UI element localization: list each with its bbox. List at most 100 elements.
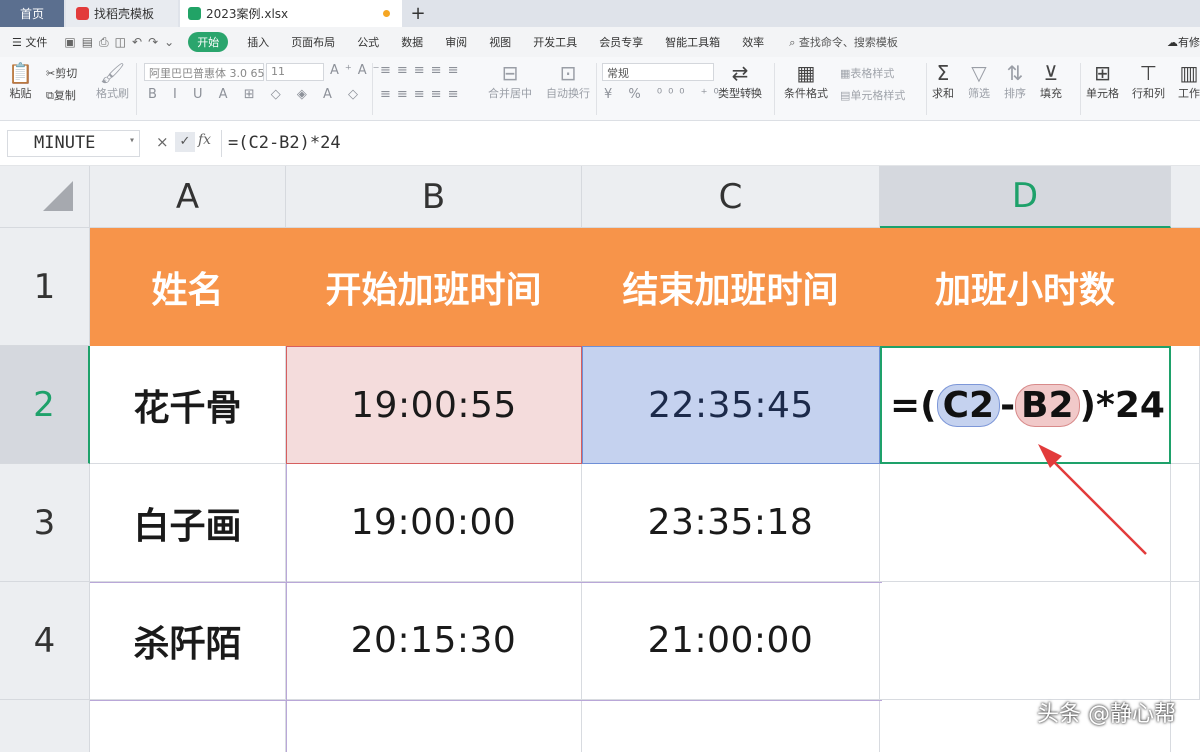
redo-icon[interactable]: ↷ [148,35,158,50]
wrap-text-button[interactable]: ⊡ 自动换行 [546,61,590,101]
merge-center-button[interactable]: ⊟ 合并居中 [488,61,532,101]
select-all-corner[interactable] [0,166,90,228]
filter-button[interactable]: ▽ 筛选 [968,61,990,101]
cell-b4[interactable]: 20:15:30 [286,582,582,700]
formula-suffix: )*24 [1079,384,1165,426]
preview-icon[interactable]: ◫ [115,35,126,50]
align-top-buttons[interactable]: ≡≡≡≡≡ [380,63,464,78]
menu-insert[interactable]: 插入 [236,34,280,50]
cloud-icon: ☁ [1167,36,1178,49]
cell-a1[interactable]: 姓名 [90,228,286,346]
column-header-d[interactable]: D [880,166,1171,228]
confirm-formula-button[interactable]: ✓ [175,132,195,152]
table-style-button[interactable]: ▦表格样式 [840,65,894,81]
sum-button[interactable]: Σ 求和 [932,61,954,101]
tab-file[interactable]: 2023案例.xlsx [180,0,402,27]
cell-e1[interactable] [1171,228,1200,346]
menu-page-layout[interactable]: 页面布局 [280,34,346,50]
row-header-1[interactable]: 1 [0,228,90,346]
format-painter-button[interactable]: 🖌 格式刷 [96,61,129,101]
cell-b1[interactable]: 开始加班时间 [286,228,582,346]
column-header-c[interactable]: C [582,166,880,228]
number-format-select[interactable]: 常规 [602,63,714,81]
menu-smart-tools[interactable]: 智能工具箱 [654,34,731,50]
cell-c2[interactable]: 22:35:45 [582,346,880,464]
print-icon[interactable]: ⎙ [99,35,109,50]
row-header-5[interactable] [0,700,90,752]
menu-bar: ☰ 文件 ▣ ▤ ⎙ ◫ ↶ ↷ ⌄ 开始 插入 页面布局 公式 数据 审阅 视… [0,27,1200,57]
command-search[interactable]: ⌕ 查找命令、搜索模板 [789,34,898,50]
cell-a2[interactable]: 花千骨 [90,346,286,464]
new-tab-button[interactable]: + [408,0,428,27]
cell-c4[interactable]: 21:00:00 [582,582,880,700]
row-header-2[interactable]: 2 [0,346,90,464]
cell-d4[interactable] [880,582,1171,700]
align-bottom-buttons[interactable]: ≡≡≡≡≡ [380,87,464,102]
cell-e3[interactable] [1171,464,1200,582]
chevron-down-icon[interactable]: ▾ [129,135,135,146]
save-icon[interactable]: ▣ [64,35,75,50]
sort-button[interactable]: ⇅ 排序 [1004,61,1026,101]
cell-c3[interactable]: 23:35:18 [582,464,880,582]
file-menu[interactable]: ☰ 文件 [0,34,58,50]
undo-icon[interactable]: ↶ [132,35,142,50]
spreadsheet-grid: A B C D 1 2 3 4 姓名 开始加班时间 结束加班时间 加班小时数 花… [0,166,1200,752]
formula-ref-b2: B2 [1015,383,1080,427]
cell-e2[interactable] [1171,346,1200,464]
fill-button[interactable]: ⊻ 填充 [1040,61,1062,101]
cancel-formula-button[interactable]: × [156,133,169,151]
menu-developer[interactable]: 开发工具 [522,34,588,50]
copy-button[interactable]: ⧉复制 [46,87,76,103]
font-name-select[interactable]: 阿里巴巴普惠体 3.0 65 [144,63,264,81]
font-grow-shrink[interactable]: A⁺A⁻ [330,63,386,78]
tab-file-label: 2023案例.xlsx [206,7,289,21]
cell-b5[interactable] [286,700,582,752]
type-convert-button[interactable]: ⇄ 类型转换 [718,61,762,101]
export-icon[interactable]: ▤ [82,35,93,50]
cell-d3[interactable] [880,464,1171,582]
cell-b3[interactable]: 19:00:00 [286,464,582,582]
column-header-a[interactable]: A [90,166,286,228]
menu-formulas[interactable]: 公式 [346,34,390,50]
row-col-button[interactable]: ⊤ 行和列 [1132,61,1165,101]
more-icon[interactable]: ⌄ [164,35,174,50]
worksheet-icon: ▥ [1179,61,1199,85]
paste-button[interactable]: 📋 粘贴 [8,61,33,101]
tab-template[interactable]: 找稻壳模板 [66,0,178,27]
menu-home[interactable]: 开始 [188,32,229,52]
cell-button[interactable]: ⊞ 单元格 [1086,61,1119,101]
insert-function-button[interactable]: fx [198,132,211,148]
row-header-4[interactable]: 4 [0,582,90,700]
docer-icon [76,7,89,20]
name-box[interactable]: MINUTE ▾ [7,130,140,157]
formula-input[interactable]: =(C2-B2)*24 [221,130,1200,157]
conditional-format-button[interactable]: ▦ 条件格式 [784,61,828,101]
cell-d1[interactable]: 加班小时数 [880,228,1171,346]
row-header-3[interactable]: 3 [0,464,90,582]
font-style-buttons[interactable]: B I U A ⊞ ◇ ◈ A ◇ [148,87,364,102]
cell-style-button[interactable]: ▤单元格样式 [840,87,905,103]
worksheet-button[interactable]: ▥ 工作 [1178,61,1200,101]
cell-a5[interactable] [90,700,286,752]
ribbon-divider [596,63,597,115]
tab-home[interactable]: 首页 [0,0,64,27]
menu-view[interactable]: 视图 [478,34,522,50]
cell-a4[interactable]: 杀阡陌 [90,582,286,700]
cell-c1[interactable]: 结束加班时间 [582,228,880,346]
copy-icon: ⧉ [46,89,54,102]
paste-icon: 📋 [8,61,33,85]
cloud-status[interactable]: ☁有修 [1167,34,1200,50]
column-header-e[interactable] [1171,166,1200,228]
cell-e4[interactable] [1171,582,1200,700]
menu-data[interactable]: 数据 [390,34,434,50]
menu-efficiency[interactable]: 效率 [731,34,775,50]
cell-b2[interactable]: 19:00:55 [286,346,582,464]
menu-member[interactable]: 会员专享 [588,34,654,50]
menu-review[interactable]: 审阅 [434,34,478,50]
cut-button[interactable]: ✂剪切 [46,65,77,81]
cell-a3[interactable]: 白子画 [90,464,286,582]
cell-d2-editing[interactable]: =( C2 - B2 )*24 [880,346,1171,464]
font-size-select[interactable]: 11 [266,63,324,81]
cell-c5[interactable] [582,700,880,752]
column-header-b[interactable]: B [286,166,582,228]
